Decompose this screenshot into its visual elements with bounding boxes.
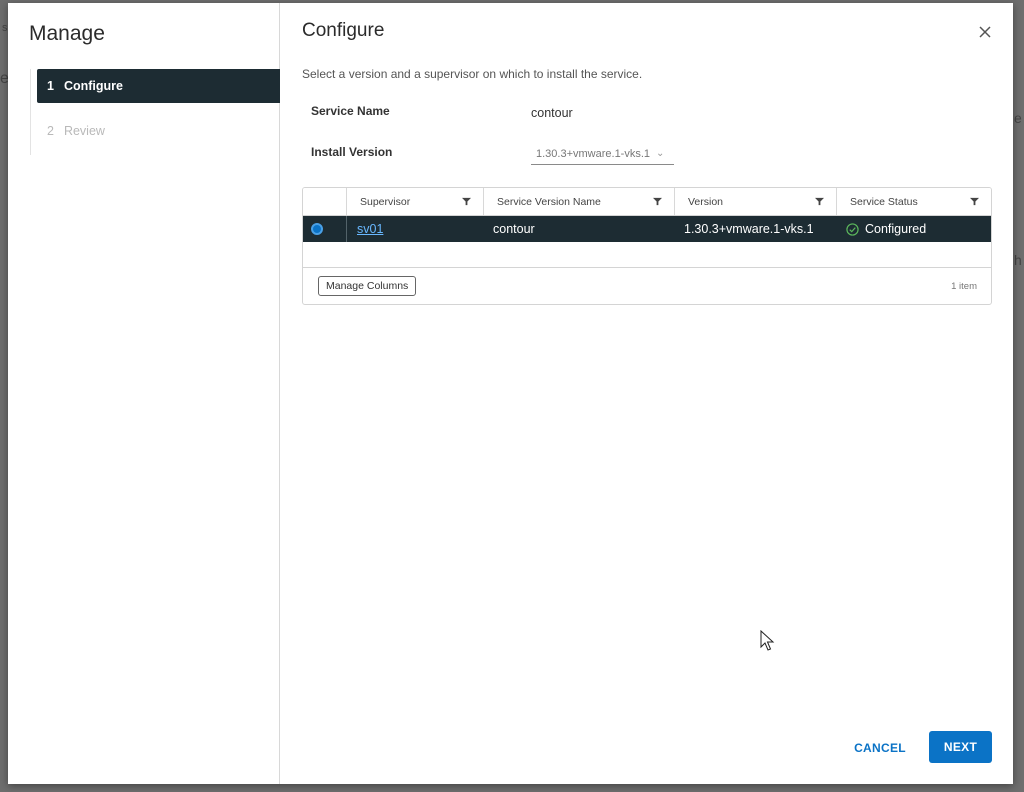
service-status-cell: Configured — [836, 216, 991, 242]
supervisor-link[interactable]: sv01 — [357, 222, 383, 236]
manage-dialog: Manage 1 Configure 2 Review Configure Se… — [8, 3, 1013, 784]
page-title: Configure — [302, 20, 385, 41]
column-header-label: Version — [688, 195, 724, 208]
step-review: 2 Review — [31, 114, 280, 148]
grid-header: Supervisor Service Version Name Version … — [303, 188, 991, 216]
row-radio[interactable] — [311, 223, 323, 235]
description-text: Select a version and a supervisor on whi… — [302, 67, 643, 81]
column-header-version[interactable]: Version — [674, 188, 836, 215]
item-count: 1 item — [951, 280, 977, 292]
mouse-cursor-icon — [760, 630, 775, 651]
step-number: 1 — [47, 79, 54, 93]
step-configure[interactable]: 1 Configure — [37, 69, 280, 103]
grid-empty-space — [303, 242, 991, 268]
column-header-label: Supervisor — [360, 195, 411, 208]
step-number: 2 — [47, 124, 54, 138]
service-name-label: Service Name — [311, 104, 390, 118]
close-icon — [979, 26, 991, 38]
install-version-value: 1.30.3+vmware.1-vks.1 — [536, 148, 651, 160]
step-label: Review — [63, 124, 105, 138]
service-version-name-cell: contour — [493, 222, 535, 236]
filter-icon[interactable] — [970, 197, 979, 206]
column-header-label: Service Status — [850, 195, 918, 208]
step-label: Configure — [63, 79, 123, 93]
grid-footer: Manage Columns 1 item — [303, 268, 991, 304]
column-header-label: Service Version Name — [497, 195, 601, 208]
column-header-supervisor[interactable]: Supervisor — [346, 188, 483, 215]
column-header-service-version-name[interactable]: Service Version Name — [483, 188, 674, 215]
select-column-header — [303, 188, 346, 215]
chevron-down-icon: ⌄ — [656, 148, 665, 159]
wizard-title: Manage — [29, 22, 105, 45]
wizard-content: Configure Select a version and a supervi… — [280, 3, 1013, 784]
column-header-service-status[interactable]: Service Status — [836, 188, 991, 215]
filter-icon[interactable] — [815, 197, 824, 206]
manage-columns-button[interactable]: Manage Columns — [318, 276, 417, 296]
install-version-label: Install Version — [311, 145, 393, 159]
wizard-sidebar: Manage 1 Configure 2 Review — [8, 3, 280, 784]
check-circle-icon — [846, 222, 859, 236]
close-button[interactable] — [977, 24, 993, 40]
version-cell: 1.30.3+vmware.1-vks.1 — [684, 222, 814, 236]
filter-icon[interactable] — [462, 197, 471, 206]
table-row[interactable]: sv01 contour 1.30.3+vmware.1-vks.1 Confi… — [303, 216, 991, 242]
row-select-cell[interactable] — [303, 216, 346, 242]
wizard-steps: 1 Configure 2 Review — [30, 69, 280, 155]
supervisor-cell: sv01 — [346, 216, 483, 242]
cancel-button[interactable]: CANCEL — [847, 732, 913, 763]
service-name-value: contour — [531, 106, 573, 120]
install-version-select[interactable]: 1.30.3+vmware.1-vks.1 ⌄ — [531, 145, 674, 165]
next-button[interactable]: NEXT — [929, 731, 992, 763]
supervisor-grid: Supervisor Service Version Name Version … — [302, 187, 992, 305]
filter-icon[interactable] — [653, 197, 662, 206]
status-text: Configured — [865, 222, 927, 236]
